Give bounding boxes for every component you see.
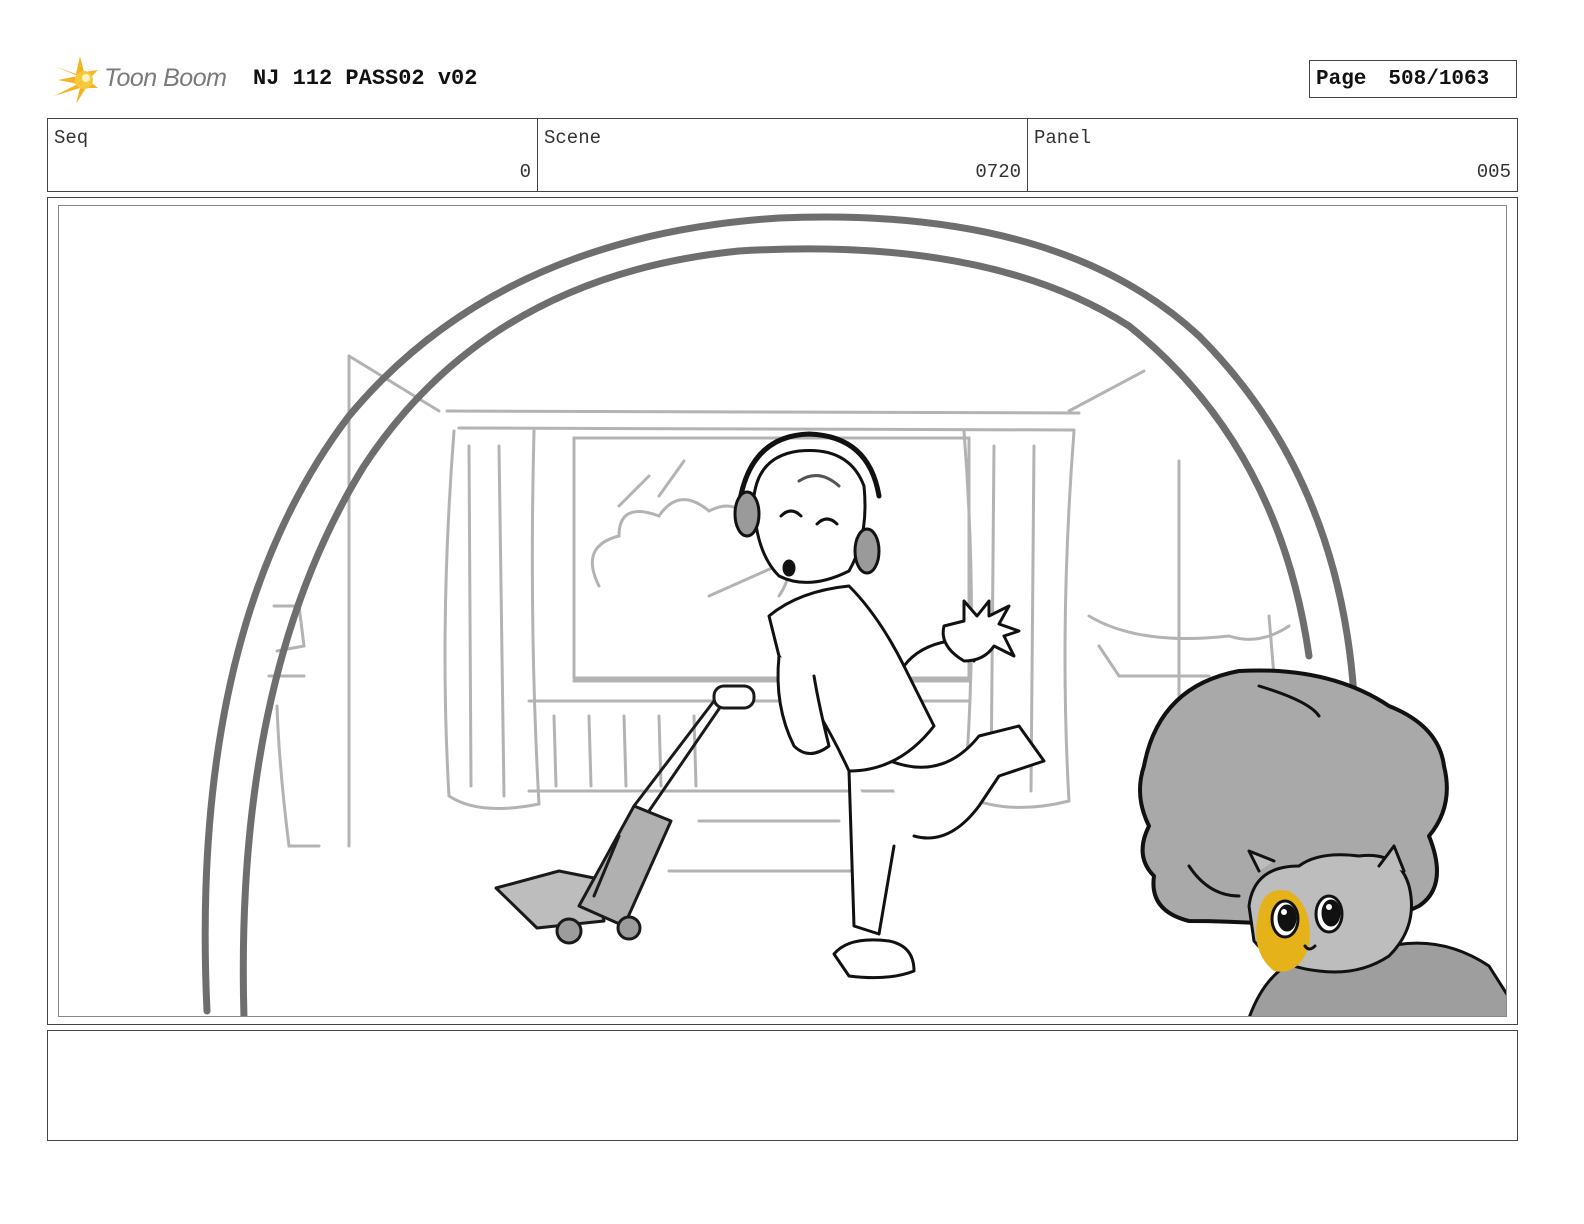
- seq-cell: Seq 0: [48, 119, 538, 191]
- storyboard-drawing: [58, 205, 1507, 1017]
- scene-cell: Scene 0720: [538, 119, 1028, 191]
- shot-info-bar: Seq 0 Scene 0720 Panel 005: [47, 118, 1518, 192]
- scene-value: 0720: [975, 161, 1021, 183]
- panel-label: Panel: [1034, 127, 1092, 149]
- page-number: 508/1063: [1388, 67, 1490, 91]
- caption-box: [47, 1030, 1518, 1141]
- logo-wordmark: Toon Boom: [104, 64, 227, 92]
- panel-value: 005: [1476, 161, 1511, 183]
- man-character: [733, 431, 1046, 980]
- panel-cell: Panel 005: [1028, 119, 1517, 191]
- page-label: Page: [1316, 67, 1367, 91]
- lemur-character: [1247, 844, 1506, 1016]
- sketch-illustration: [201, 213, 1506, 1016]
- seq-label: Seq: [54, 127, 89, 149]
- seq-value: 0: [519, 161, 531, 183]
- scene-label: Scene: [544, 127, 602, 149]
- project-title: NJ 112 PASS02 v02: [253, 66, 478, 91]
- page-indicator: Page 508/1063: [1309, 60, 1517, 98]
